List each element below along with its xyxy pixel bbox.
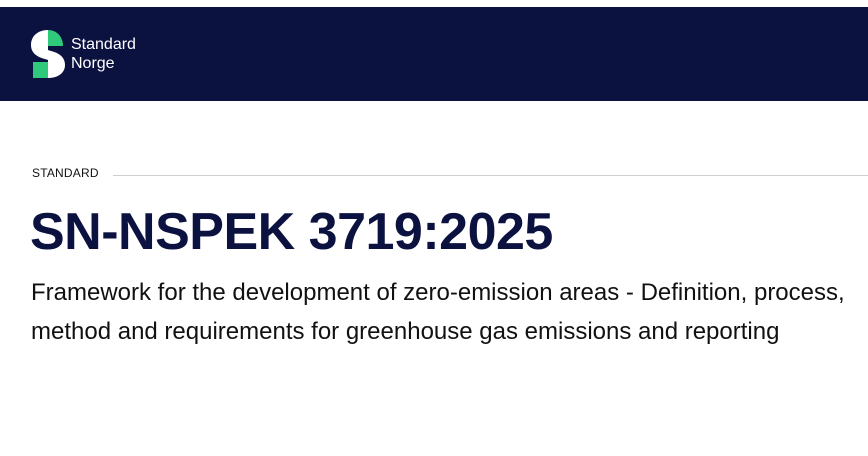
- logo-wordmark-line1: Standard: [71, 36, 136, 53]
- document-title: Framework for the development of zero-em…: [31, 279, 845, 345]
- category-label: STANDARD: [32, 166, 99, 180]
- top-strip: [0, 0, 868, 7]
- category-divider: [112, 174, 868, 176]
- category-row: STANDARD: [32, 166, 868, 180]
- logo-wordmark-line2: Norge: [71, 55, 115, 72]
- site-header: Standard Norge: [0, 7, 868, 101]
- home-logo-link[interactable]: Standard Norge: [30, 29, 136, 79]
- standard-norge-logo-icon: [31, 30, 65, 78]
- document-code-heading: SN-NSPEK 3719:2025: [30, 203, 553, 261]
- logo-wordmark: Standard Norge: [71, 35, 136, 73]
